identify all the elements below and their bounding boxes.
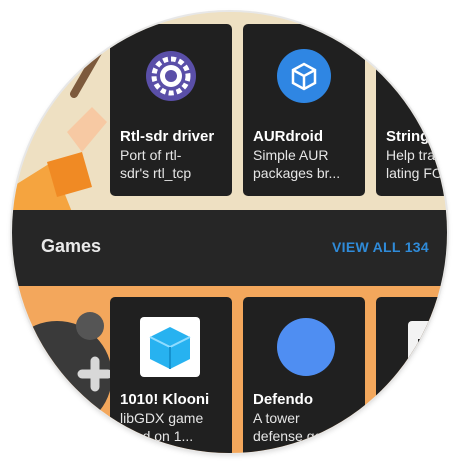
app-card-1010-klooni[interactable]: 1010! Klooni libGDX game ased on 1...: [110, 297, 232, 453]
view-all-link[interactable]: VIEW ALL 134: [332, 239, 429, 255]
app-name: Si: [386, 391, 401, 408]
app-desc-line2: packages br...: [253, 165, 341, 181]
app-desc-line2: ased on 1...: [120, 428, 194, 444]
cube-icon: [140, 317, 200, 377]
app-card-aurdroid[interactable]: AURdroid Simple AUR packages br...: [243, 24, 365, 196]
app-name: String: [386, 128, 430, 145]
app-name: AURdroid: [253, 128, 323, 145]
blue-circle-icon: [276, 317, 335, 376]
app-desc-line1: Help tra: [386, 147, 436, 163]
app-desc-line2: defense ga: [253, 428, 323, 444]
hash-icon: [408, 321, 447, 371]
app-name: Rtl-sdr driver: [120, 128, 215, 145]
section-title: Games: [41, 236, 102, 256]
app-desc-line1: Port of rtl-: [120, 147, 182, 163]
app-desc-line2: sdr's rtl_tcp: [120, 165, 192, 181]
app-card-partial[interactable]: Si: [376, 297, 447, 453]
app-desc-line1: Simple AUR: [253, 147, 329, 163]
app-icon: [409, 48, 447, 104]
app-desc-line1: libGDX game: [120, 410, 204, 426]
gear-badge-icon: [143, 48, 199, 104]
app-card-defendo[interactable]: Defendo A tower defense ga: [243, 297, 365, 453]
app-name: 1010! Klooni: [120, 391, 210, 408]
app-card-rtl-sdr[interactable]: Rtl-sdr driver Port of rtl- sdr's rtl_tc…: [110, 24, 232, 196]
app-card-string[interactable]: String Help tra lating FO: [376, 24, 447, 196]
app-store-viewport: Rtl-sdr driver Port of rtl- sdr's rtl_tc…: [12, 12, 447, 453]
app-name: Defendo: [253, 391, 313, 408]
package-box-icon: [276, 48, 332, 104]
app-desc-line2: lating FO: [386, 165, 443, 181]
app-desc-line1: A tower: [253, 410, 300, 426]
